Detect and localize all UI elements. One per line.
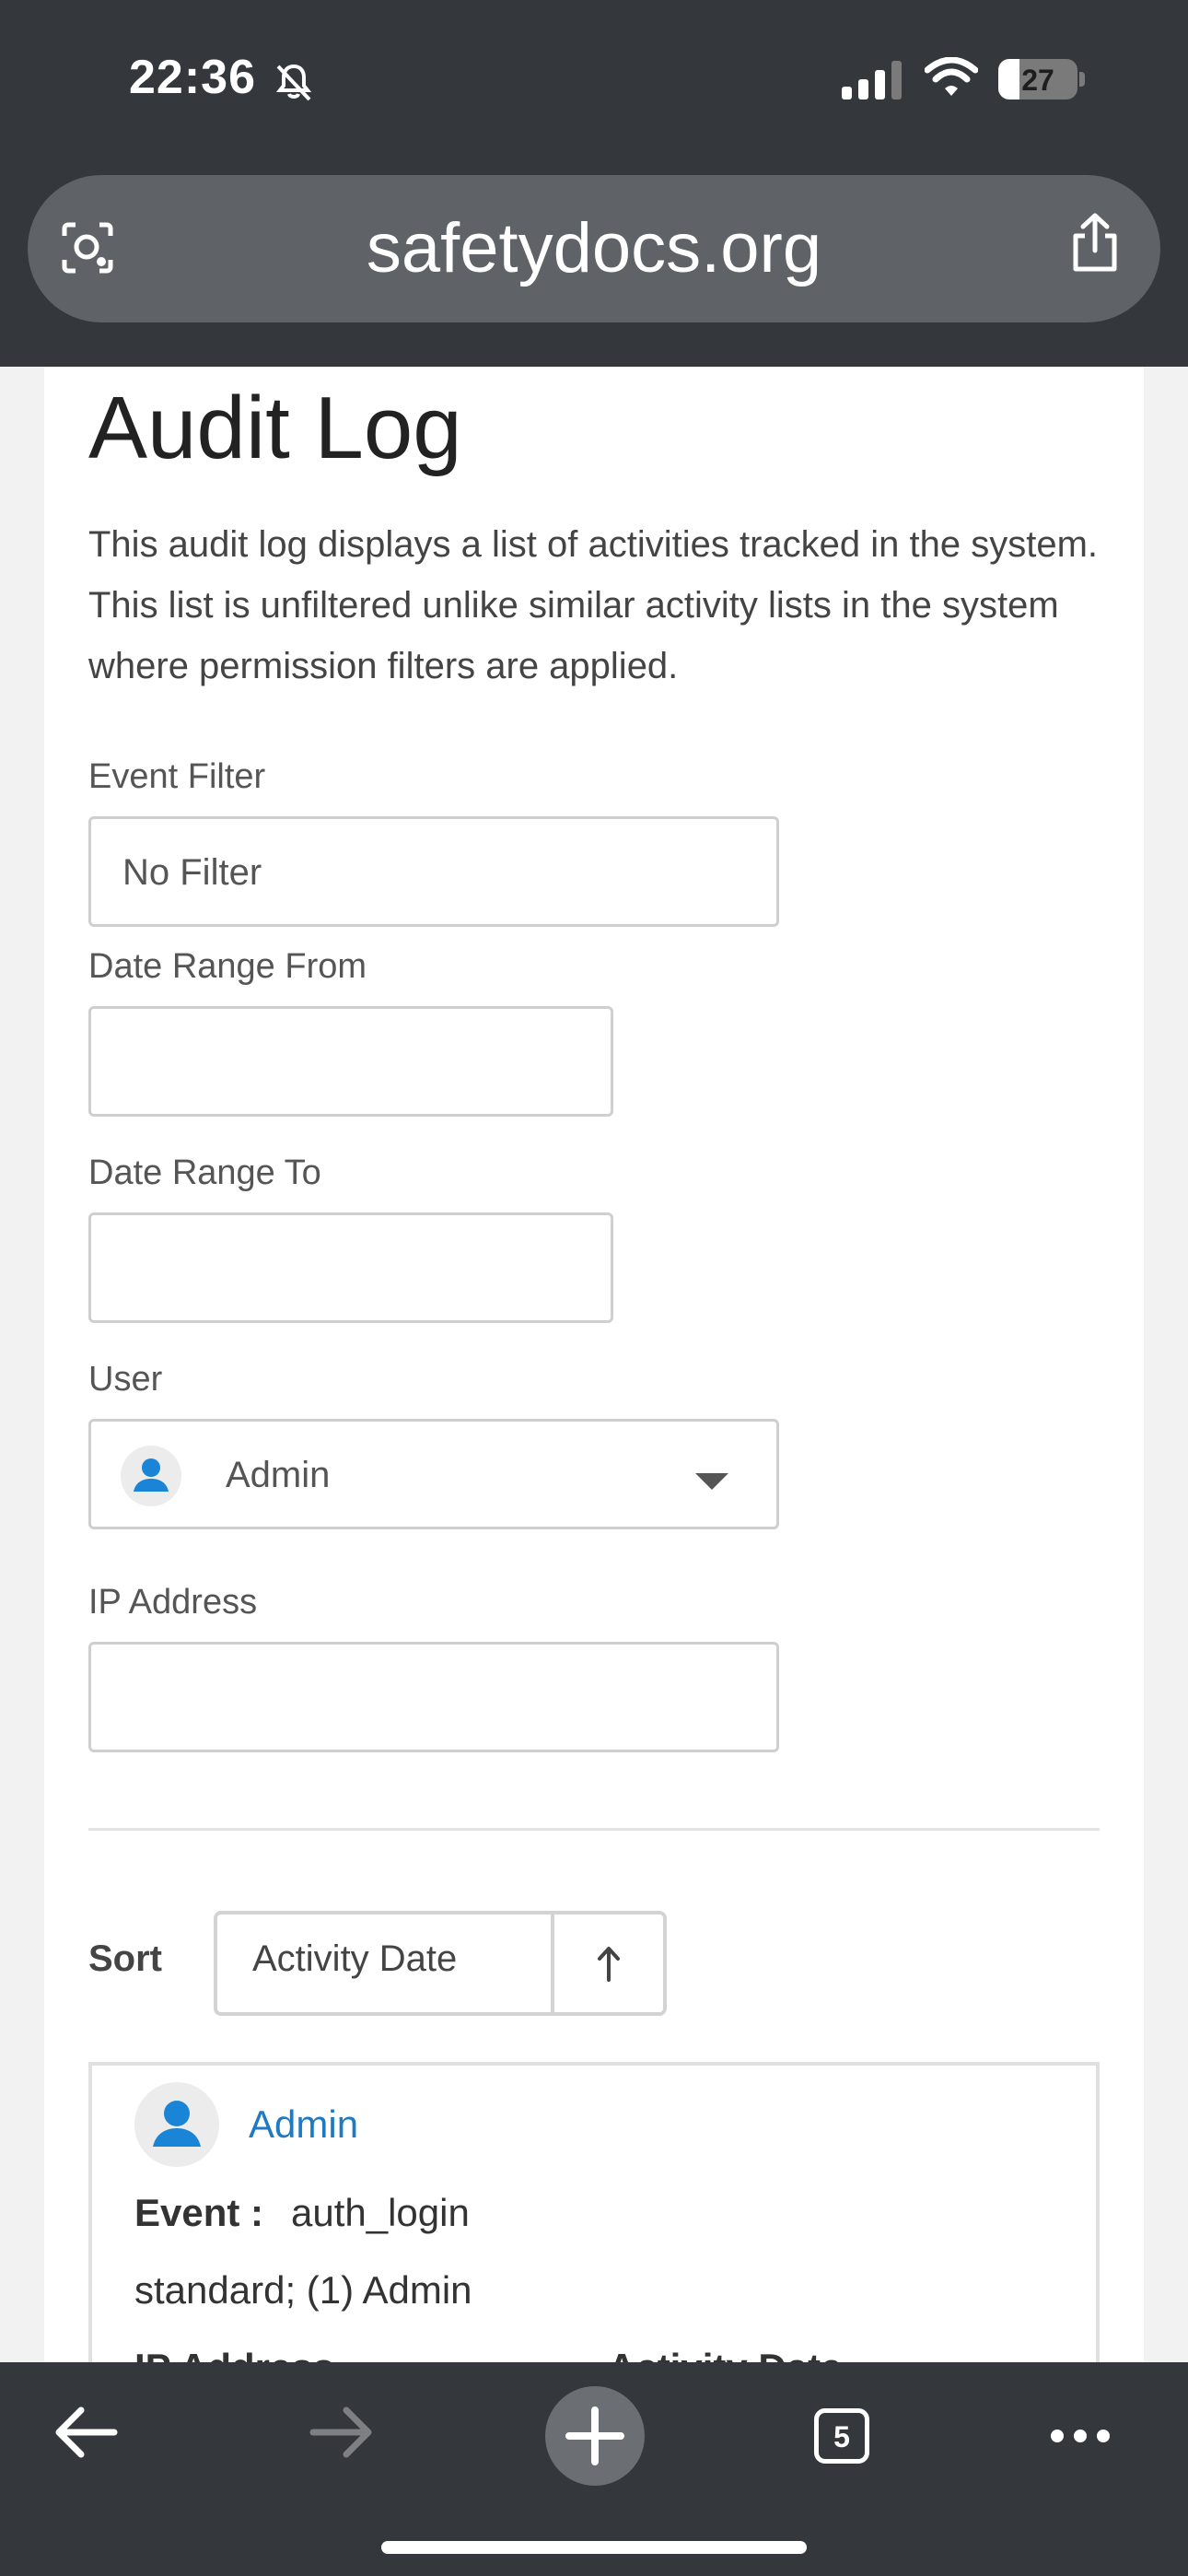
entry-user-link[interactable]: Admin xyxy=(249,2102,358,2147)
user-avatar xyxy=(121,1446,181,1506)
entry-detail: standard; (1) Admin xyxy=(134,2268,472,2312)
share-icon[interactable] xyxy=(1068,212,1122,273)
page-description: This audit log displays a list of activi… xyxy=(88,524,1099,686)
plus-icon xyxy=(565,2406,624,2465)
person-icon xyxy=(134,1458,169,1492)
home-indicator xyxy=(381,2541,807,2554)
back-arrow-icon[interactable] xyxy=(53,2403,120,2462)
chevron-down-icon xyxy=(695,1473,728,1490)
event-filter-select[interactable]: No Filter xyxy=(88,816,779,927)
user-select-value: Admin xyxy=(226,1455,331,1495)
more-icon[interactable] xyxy=(1048,2427,1112,2445)
cell-signal-icon xyxy=(842,61,902,100)
user-select[interactable]: Admin xyxy=(88,1419,779,1529)
date-from-field[interactable] xyxy=(88,1006,613,1117)
entry-event-label: Event : xyxy=(134,2191,264,2234)
sort-control: Activity Date xyxy=(214,1911,667,2016)
sort-direction-button[interactable] xyxy=(554,1914,663,2012)
page-content: Audit Log This audit log displays a list… xyxy=(44,367,1144,2362)
date-to-label: Date Range To xyxy=(88,1153,321,1192)
event-filter-value: No Filter xyxy=(122,852,262,893)
page-title: Audit Log xyxy=(88,379,462,477)
person-icon xyxy=(153,2101,201,2147)
date-from-input[interactable] xyxy=(91,1009,611,1114)
battery-cap xyxy=(1079,72,1085,87)
date-to-input[interactable] xyxy=(91,1215,611,1320)
ip-address-input[interactable] xyxy=(91,1645,776,1750)
sort-field-button[interactable]: Activity Date xyxy=(217,1914,554,2012)
forward-arrow-icon[interactable] xyxy=(308,2403,374,2462)
date-to-field[interactable] xyxy=(88,1212,613,1323)
tab-count: 5 xyxy=(833,2420,850,2453)
ip-address-field[interactable] xyxy=(88,1642,779,1752)
status-time: 22:36 xyxy=(129,51,256,104)
entry-date-header: Activity Date xyxy=(608,2346,842,2362)
ip-address-label: IP Address xyxy=(88,1583,258,1622)
audit-entry-card: Admin Event : auth_login standard; (1) A… xyxy=(88,2062,1100,2362)
section-divider xyxy=(88,1828,1100,1831)
new-tab-button[interactable] xyxy=(545,2386,645,2486)
address-bar[interactable]: safetydocs.org xyxy=(28,175,1160,322)
arrow-up-icon xyxy=(598,1947,620,1982)
url-text[interactable]: safetydocs.org xyxy=(28,208,1160,288)
battery-percent: 27 xyxy=(1021,64,1054,97)
browser-bottom-toolbar: 5 xyxy=(0,2362,1188,2576)
user-label: User xyxy=(88,1360,163,1399)
event-filter-label: Event Filter xyxy=(88,757,266,796)
silent-bell-icon xyxy=(275,64,312,101)
date-from-label: Date Range From xyxy=(88,947,367,986)
battery-indicator: 27 xyxy=(998,59,1077,100)
entry-event-value: auth_login xyxy=(291,2191,470,2234)
entry-ip-header: IP Address xyxy=(134,2346,334,2362)
entry-user-avatar xyxy=(134,2082,219,2167)
tab-switcher-button[interactable]: 5 xyxy=(814,2408,869,2464)
browser-top-bar: 22:36 27 safetydocs.org xyxy=(0,0,1188,367)
wifi-icon xyxy=(925,57,978,96)
sort-label: Sort xyxy=(88,1938,162,1979)
